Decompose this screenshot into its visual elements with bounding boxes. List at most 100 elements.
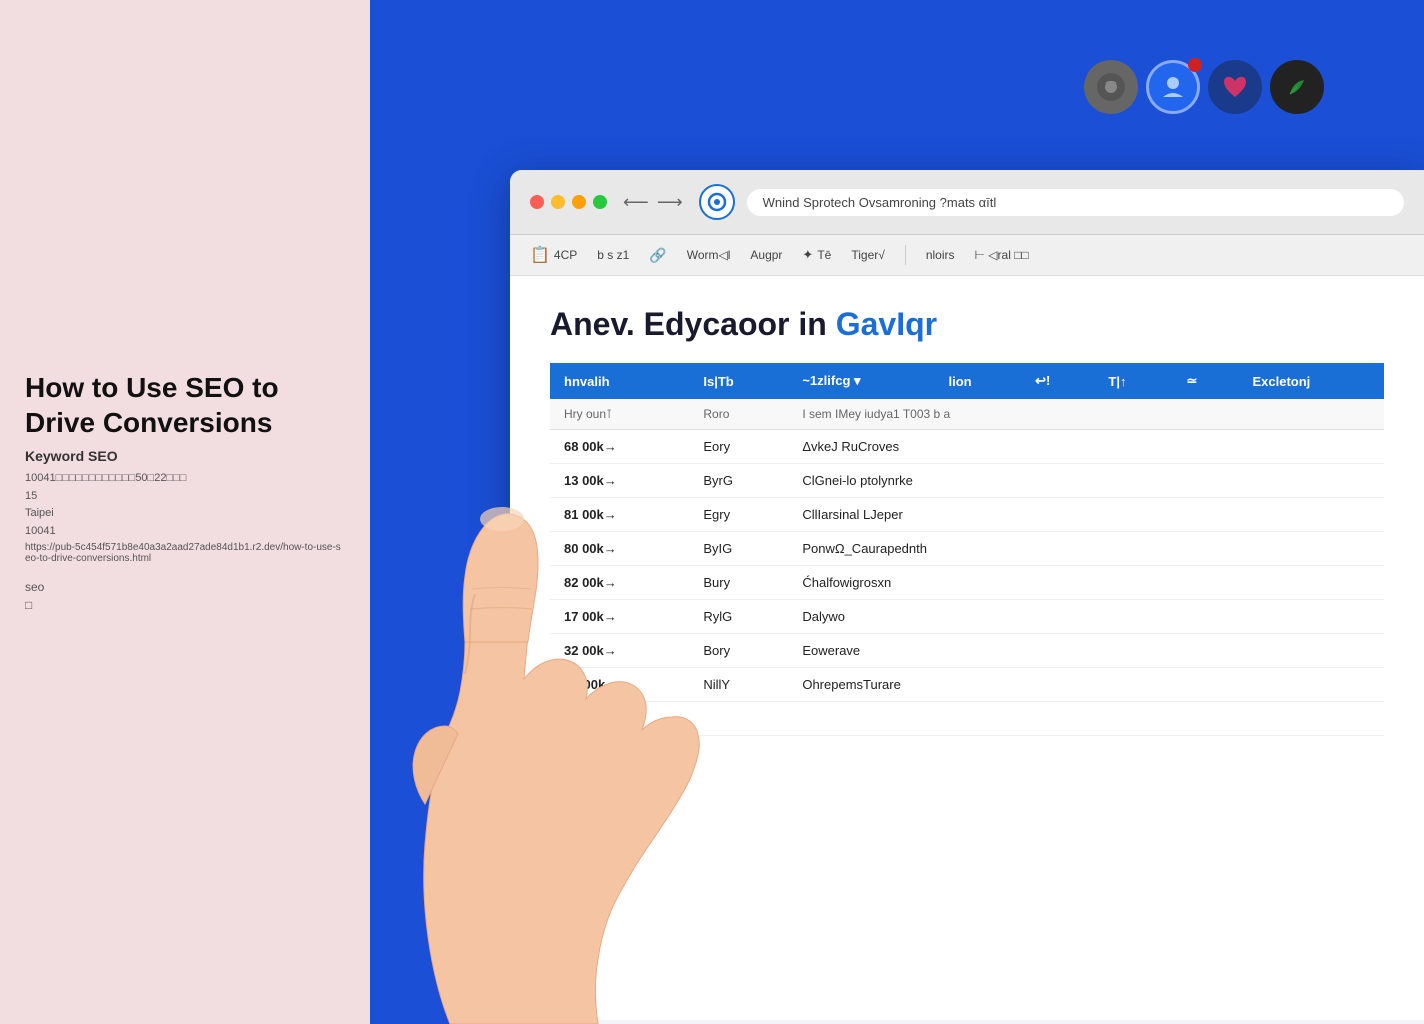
article-url[interactable]: https://pub-5c454f571b8e40a3a2aad27ade84… [25, 542, 345, 564]
toolbar-icon-0: 📋 [530, 245, 550, 265]
table-header-row: hnvalih Is|Tb ~1zlifcg ▾ lion ↩! T|↑ ≃ E… [550, 363, 1384, 399]
metric-0: 68 00k→ [550, 430, 689, 464]
cell-8-2 [788, 702, 1384, 736]
article-meta: 10041□□□□□□□□□□□□50□22□□□ 15 Taipei 1004… [25, 470, 345, 540]
subheader-0: Hry oun⊺ [550, 399, 689, 430]
address-search-icon [699, 184, 735, 220]
toolbar-item-2[interactable]: 🔗 [649, 247, 666, 264]
article-icon: □ [25, 598, 345, 612]
top-icons-area [1084, 60, 1324, 114]
col-header-5: T|↑ [1094, 363, 1172, 399]
col-header-7: Excletonj [1238, 363, 1384, 399]
toolbar-item-worm[interactable]: Worm◁l [687, 248, 731, 262]
nav-forward-button[interactable]: ⟶ [657, 192, 683, 213]
cell-8-1 [689, 702, 788, 736]
subheader-1: Roro [689, 399, 788, 430]
page-title-part1: Anev. Edycaoor in [550, 306, 827, 342]
cell-0-1: Eory [689, 430, 788, 464]
article-title: How to Use SEO to Drive Conversions [25, 370, 345, 440]
browser-content: Anev. Edycaoor in GavIqr hnvalih Is|Tb ~… [510, 276, 1424, 1020]
subheader-2: I sem IMey iudya1 T003 b a [788, 399, 1384, 430]
nav-buttons: ⟵ ⟶ [623, 192, 683, 213]
cell-7-2: OhrepemsTurare [788, 668, 1384, 702]
heart-icon [1220, 72, 1250, 102]
close-button[interactable] [530, 195, 544, 209]
table-subheader-row: Hry oun⊺ Roro I sem IMey iudya1 T003 b a [550, 399, 1384, 430]
cell-1-1: ByrG [689, 464, 788, 498]
toolbar-item-0[interactable]: 📋 4CP [530, 245, 577, 265]
cell-5-2: Dalywo [788, 600, 1384, 634]
toolbar-item-te[interactable]: ✦ Tē [802, 247, 831, 263]
cell-4-2: Ćhalfowigrosxn [788, 566, 1384, 600]
cell-0-2: ΔvkeJ RuCroves [788, 430, 1384, 464]
col-header-4: ↩! [1021, 363, 1094, 399]
page-title-part2: GavIqr [836, 306, 937, 342]
metric-5: 17 00k→ [550, 600, 689, 634]
icon-circle-1[interactable] [1084, 60, 1138, 114]
cell-1-2: ClGnei-lo ptolynrke [788, 464, 1384, 498]
address-bar[interactable]: Wnind Sprotech Ovsamroning ?mats αītl [747, 189, 1404, 216]
cell-7-1: NillY [689, 668, 788, 702]
cell-5-1: RylG [689, 600, 788, 634]
cell-6-1: Bory [689, 634, 788, 668]
maximize-button-orange[interactable] [572, 195, 586, 209]
table-row: 82 00k→ Bury Ćhalfowigrosxn [550, 566, 1384, 600]
address-bar-container: Wnind Sprotech Ovsamroning ?mats αītl [699, 184, 1404, 220]
user-icon [1159, 73, 1187, 101]
icon-circle-2[interactable] [1146, 60, 1200, 114]
fullscreen-button[interactable] [593, 195, 607, 209]
table-row: 32 00k→ Bory Eowerave [550, 634, 1384, 668]
col-header-2: ~1zlifcg ▾ [788, 363, 934, 399]
icon-circle-4[interactable] [1270, 60, 1324, 114]
main-area: ⟵ ⟶ Wnind Sprotech Ovsamroning ?mats αīt… [370, 0, 1424, 1024]
table-row: 13 00k→ ByrG ClGnei-lo ptolynrke [550, 464, 1384, 498]
col-header-0: hnvalih [550, 363, 689, 399]
table-row: 68 00k→ Eory ΔvkeJ RuCroves [550, 430, 1384, 464]
toolbar-item-ural[interactable]: ⊢ ◁ral □□ [975, 248, 1029, 262]
table-row: 8F 00k→ [550, 702, 1384, 736]
cell-2-2: CllIarsinal LJeper [788, 498, 1384, 532]
star-icon: ✦ [802, 247, 813, 263]
menu-icon [1095, 71, 1127, 103]
metric-4: 82 00k→ [550, 566, 689, 600]
article-tag: seo [25, 580, 345, 594]
metric-8: 8F 00k→ [550, 702, 689, 736]
minimize-button[interactable] [551, 195, 565, 209]
toolbar-item-nloirs[interactable]: nloirs [926, 248, 955, 262]
address-text: Wnind Sprotech Ovsamroning ?mats αītl [763, 195, 997, 210]
table-row: 81 00k→ Egry CllIarsinal LJeper [550, 498, 1384, 532]
metric-1: 13 00k→ [550, 464, 689, 498]
traffic-lights [530, 195, 607, 209]
metric-3: 80 00k→ [550, 532, 689, 566]
icon-circle-3[interactable] [1208, 60, 1262, 114]
data-table: hnvalih Is|Tb ~1zlifcg ▾ lion ↩! T|↑ ≃ E… [550, 363, 1384, 736]
cell-2-1: Egry [689, 498, 788, 532]
article-category: Keyword SEO [25, 448, 345, 464]
col-header-1: Is|Tb [689, 363, 788, 399]
cell-3-1: ByIG [689, 532, 788, 566]
browser-toolbar: 📋 4CP b s z1 🔗 Worm◁l Augpr ✦ Tē Tiger√ [510, 235, 1424, 276]
page-header: Anev. Edycaoor in GavIqr [550, 306, 1384, 343]
col-header-6: ≃ [1173, 363, 1239, 399]
toolbar-item-1[interactable]: b s z1 [597, 248, 629, 262]
toolbar-item-tiger[interactable]: Tiger√ [851, 248, 884, 262]
table-row: S0 00k→ NillY OhrepemsTurare [550, 668, 1384, 702]
browser-window: ⟵ ⟶ Wnind Sprotech Ovsamroning ?mats αīt… [510, 170, 1424, 1024]
col-header-3: lion [934, 363, 1021, 399]
cell-3-2: PonwΩ_Caurapednth [788, 532, 1384, 566]
metric-7: S0 00k→ [550, 668, 689, 702]
cell-6-2: Eowerave [788, 634, 1384, 668]
browser-chrome: ⟵ ⟶ Wnind Sprotech Ovsamroning ?mats αīt… [510, 170, 1424, 235]
notification-dot [1188, 58, 1202, 72]
metric-2: 81 00k→ [550, 498, 689, 532]
page-title-main: Anev. Edycaoor in GavIqr [550, 306, 1384, 343]
sidebar: How to Use SEO to Drive Conversions Keyw… [0, 0, 370, 1024]
nav-back-button[interactable]: ⟵ [623, 192, 649, 213]
leaf-icon [1282, 72, 1312, 102]
metric-6: 32 00k→ [550, 634, 689, 668]
link-icon: 🔗 [649, 247, 666, 264]
table-row: 80 00k→ ByIG PonwΩ_Caurapednth [550, 532, 1384, 566]
toolbar-item-augpr[interactable]: Augpr [750, 248, 782, 262]
table-row: 17 00k→ RylG Dalywo [550, 600, 1384, 634]
cell-4-1: Bury [689, 566, 788, 600]
